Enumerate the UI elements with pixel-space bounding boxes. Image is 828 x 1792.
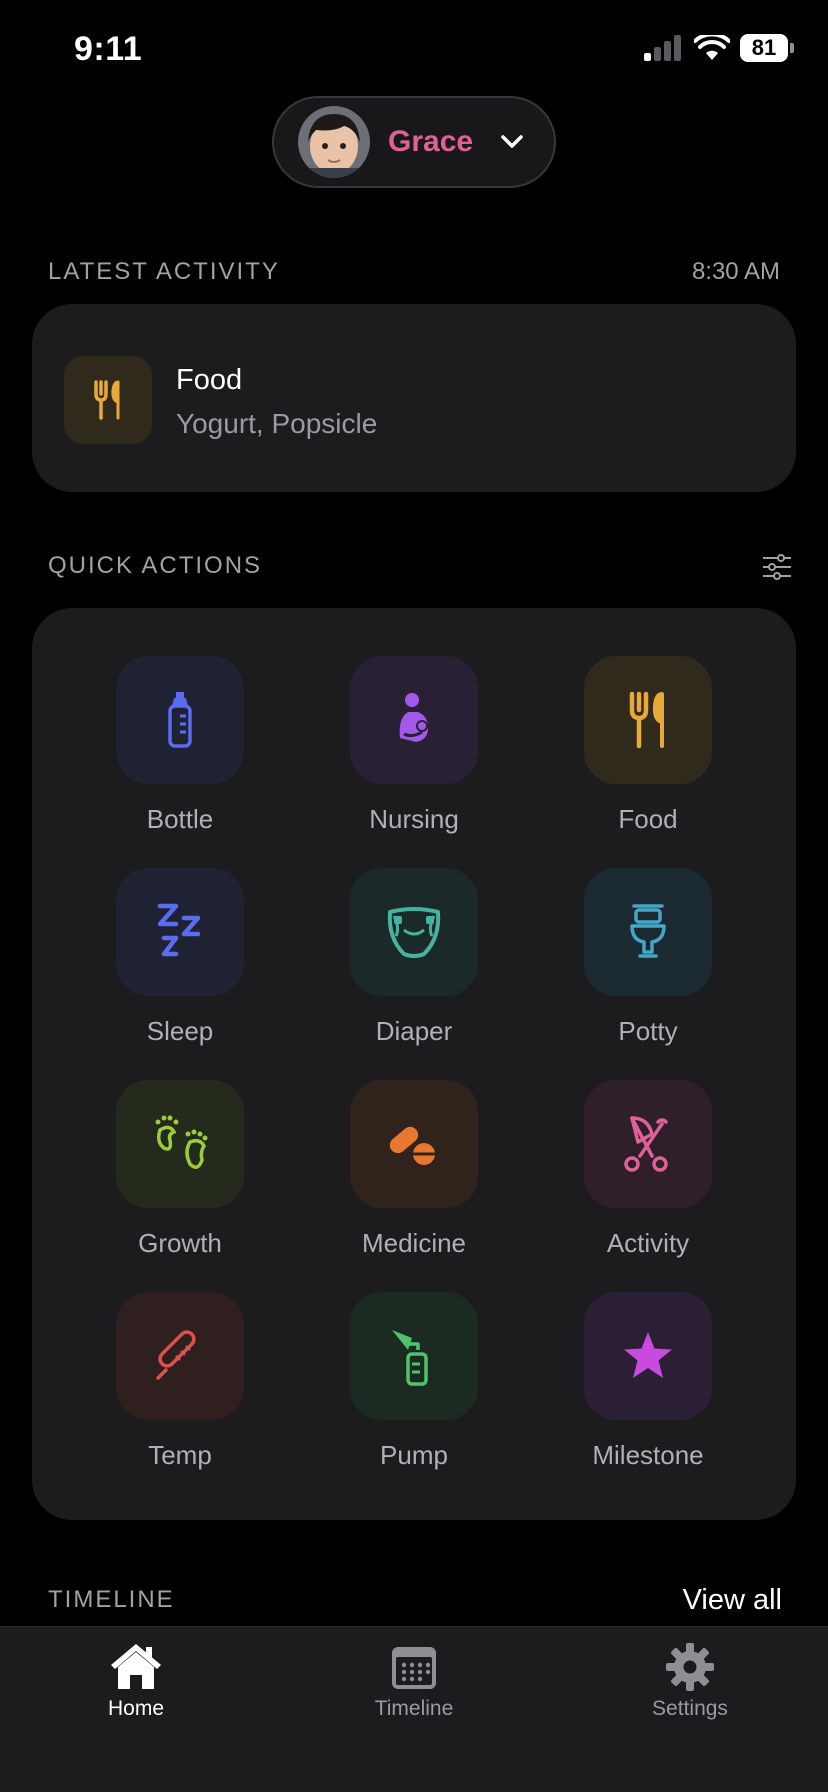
latest-activity-title: Food: [176, 364, 243, 396]
timeline-header: TIMELINE: [48, 1586, 175, 1613]
tab-timeline[interactable]: Timeline: [334, 1641, 494, 1721]
status-time: 9:11: [74, 30, 143, 68]
quick-action-label: Bottle: [146, 804, 214, 834]
quick-action-tile: [116, 1292, 244, 1420]
nursing-icon: [399, 693, 428, 742]
quick-action-label: Diaper: [375, 1016, 453, 1046]
quick-action-sleep[interactable]: Sleep: [90, 868, 270, 1047]
latest-activity-subtitle: Yogurt, Popsicle: [176, 408, 378, 439]
quick-action-label: Temp: [148, 1440, 212, 1470]
quick-action-bottle[interactable]: Bottle: [90, 656, 270, 835]
quick-action-tile: [584, 656, 712, 784]
tab-label: Timeline: [374, 1697, 454, 1720]
tab-settings[interactable]: Settings: [610, 1641, 770, 1721]
breast-pump-icon: [392, 1330, 428, 1386]
quick-action-label: Milestone: [592, 1440, 704, 1470]
thermometer-icon: [156, 1330, 196, 1380]
quick-action-label: Food: [618, 804, 678, 834]
sleep-icon: [157, 903, 201, 957]
bottle-icon: [168, 692, 192, 748]
quick-action-tile: [350, 656, 478, 784]
quick-action-activity[interactable]: Activity: [558, 1080, 738, 1259]
quick-action-milestone[interactable]: Milestone: [558, 1292, 738, 1471]
quick-actions-header: QUICK ACTIONS: [48, 552, 263, 579]
calendar-icon: [392, 1647, 436, 1689]
quick-action-tile: [116, 656, 244, 784]
cellular-signal-icon: [644, 35, 681, 61]
home-icon: [111, 1644, 161, 1689]
star-icon: [624, 1332, 672, 1378]
latest-activity-card[interactable]: Food Yogurt, Popsicle: [32, 304, 796, 492]
battery-indicator: 81: [740, 34, 794, 62]
quick-action-label: Pump: [380, 1440, 448, 1470]
status-icons: 81: [644, 34, 794, 62]
avatar: [298, 106, 370, 178]
stroller-icon: [624, 1116, 668, 1172]
quick-action-temp[interactable]: Temp: [90, 1292, 270, 1471]
diaper-icon: [387, 907, 441, 958]
quick-action-medicine[interactable]: Medicine: [324, 1080, 504, 1259]
quick-action-tile: [350, 868, 478, 996]
quick-action-label: Potty: [618, 1016, 678, 1046]
battery-tip: [790, 43, 794, 53]
latest-activity-header: LATEST ACTIVITY: [48, 258, 280, 285]
child-name: Grace: [388, 125, 474, 158]
quick-action-label: Sleep: [146, 1016, 214, 1046]
fork-knife-icon: [94, 380, 120, 420]
quick-action-label: Growth: [138, 1228, 222, 1258]
quick-action-diaper[interactable]: Diaper: [324, 868, 504, 1047]
gear-icon: [666, 1643, 714, 1691]
quick-action-tile: [584, 1080, 712, 1208]
status-bar: 9:11 81: [0, 0, 828, 100]
latest-activity-time: 8:30 AM: [691, 258, 780, 285]
quick-action-growth[interactable]: Growth: [90, 1080, 270, 1259]
tab-home[interactable]: Home: [56, 1641, 216, 1721]
pills-icon: [389, 1126, 436, 1165]
quick-action-nursing[interactable]: Nursing: [324, 656, 504, 835]
quick-action-tile: [116, 1080, 244, 1208]
quick-action-potty[interactable]: Potty: [558, 868, 738, 1047]
quick-actions-card: Bottle Nursing Food Sleep Diaper Potty G…: [32, 608, 796, 1520]
quick-action-pump[interactable]: Pump: [324, 1292, 504, 1471]
quick-action-label: Medicine: [361, 1228, 467, 1258]
tab-label: Home: [107, 1697, 165, 1720]
footprints-icon: [155, 1115, 208, 1169]
quick-action-label: Nursing: [369, 804, 459, 834]
view-all-link[interactable]: View all: [683, 1584, 782, 1617]
chevron-down-icon: [501, 135, 523, 148]
child-selector[interactable]: Grace: [272, 96, 556, 188]
sliders-icon[interactable]: [762, 552, 792, 582]
tab-label: Settings: [652, 1697, 728, 1720]
quick-action-tile: [116, 868, 244, 996]
quick-action-tile: [584, 1292, 712, 1420]
quick-action-tile: [584, 868, 712, 996]
fork-knife-icon: [629, 691, 664, 749]
potty-icon: [630, 904, 666, 958]
quick-action-label: Activity: [606, 1228, 690, 1258]
tab-bar: Home Timeline Settings: [0, 1626, 828, 1792]
latest-activity-icon: [64, 356, 152, 444]
wifi-icon: [694, 35, 730, 60]
battery-level: 81: [740, 34, 788, 62]
quick-action-tile: [350, 1080, 478, 1208]
quick-action-food[interactable]: Food: [558, 656, 738, 835]
quick-action-tile: [350, 1292, 478, 1420]
